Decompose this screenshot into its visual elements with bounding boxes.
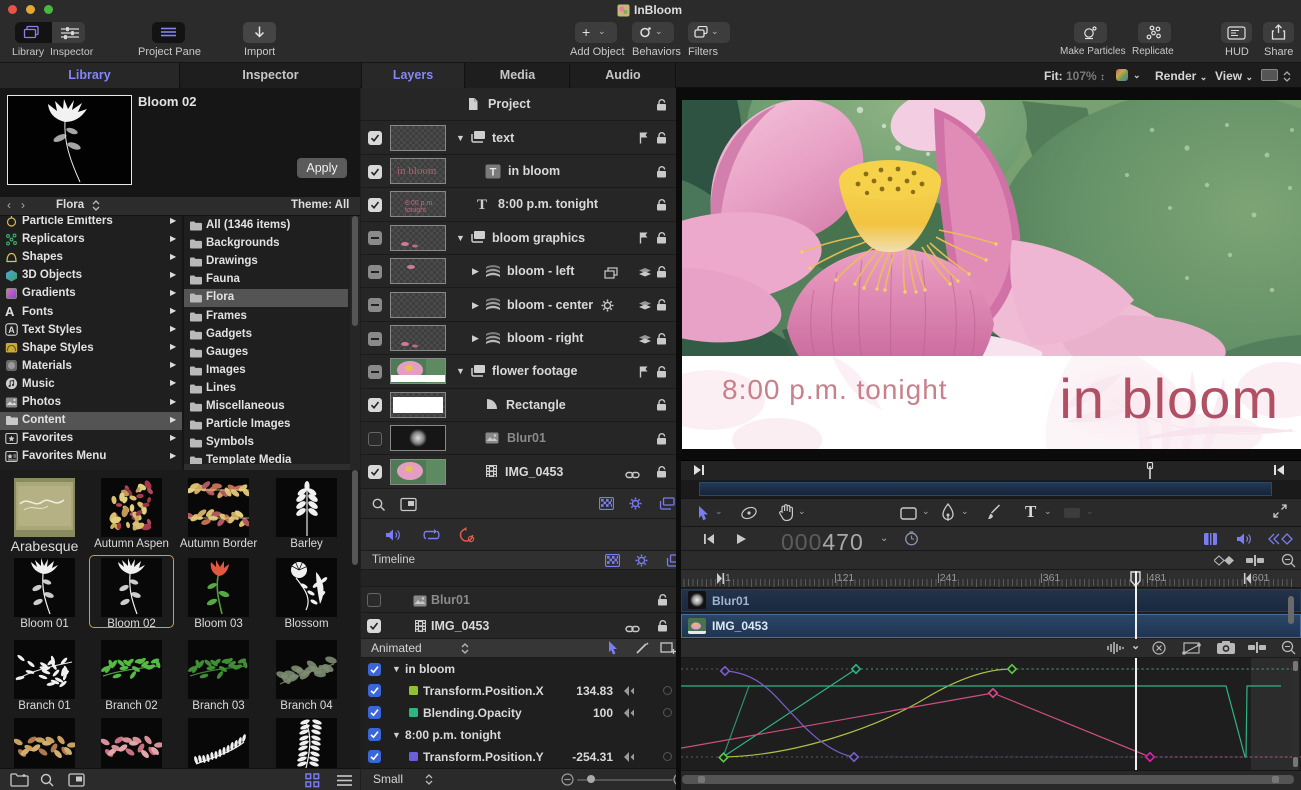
svg-text:in bloom: in bloom [1059,367,1279,430]
svg-text:8:00 p.m. tonight: 8:00 p.m. tonight [722,374,948,405]
svg-text:A: A [8,325,15,335]
svg-text:T: T [490,166,497,178]
